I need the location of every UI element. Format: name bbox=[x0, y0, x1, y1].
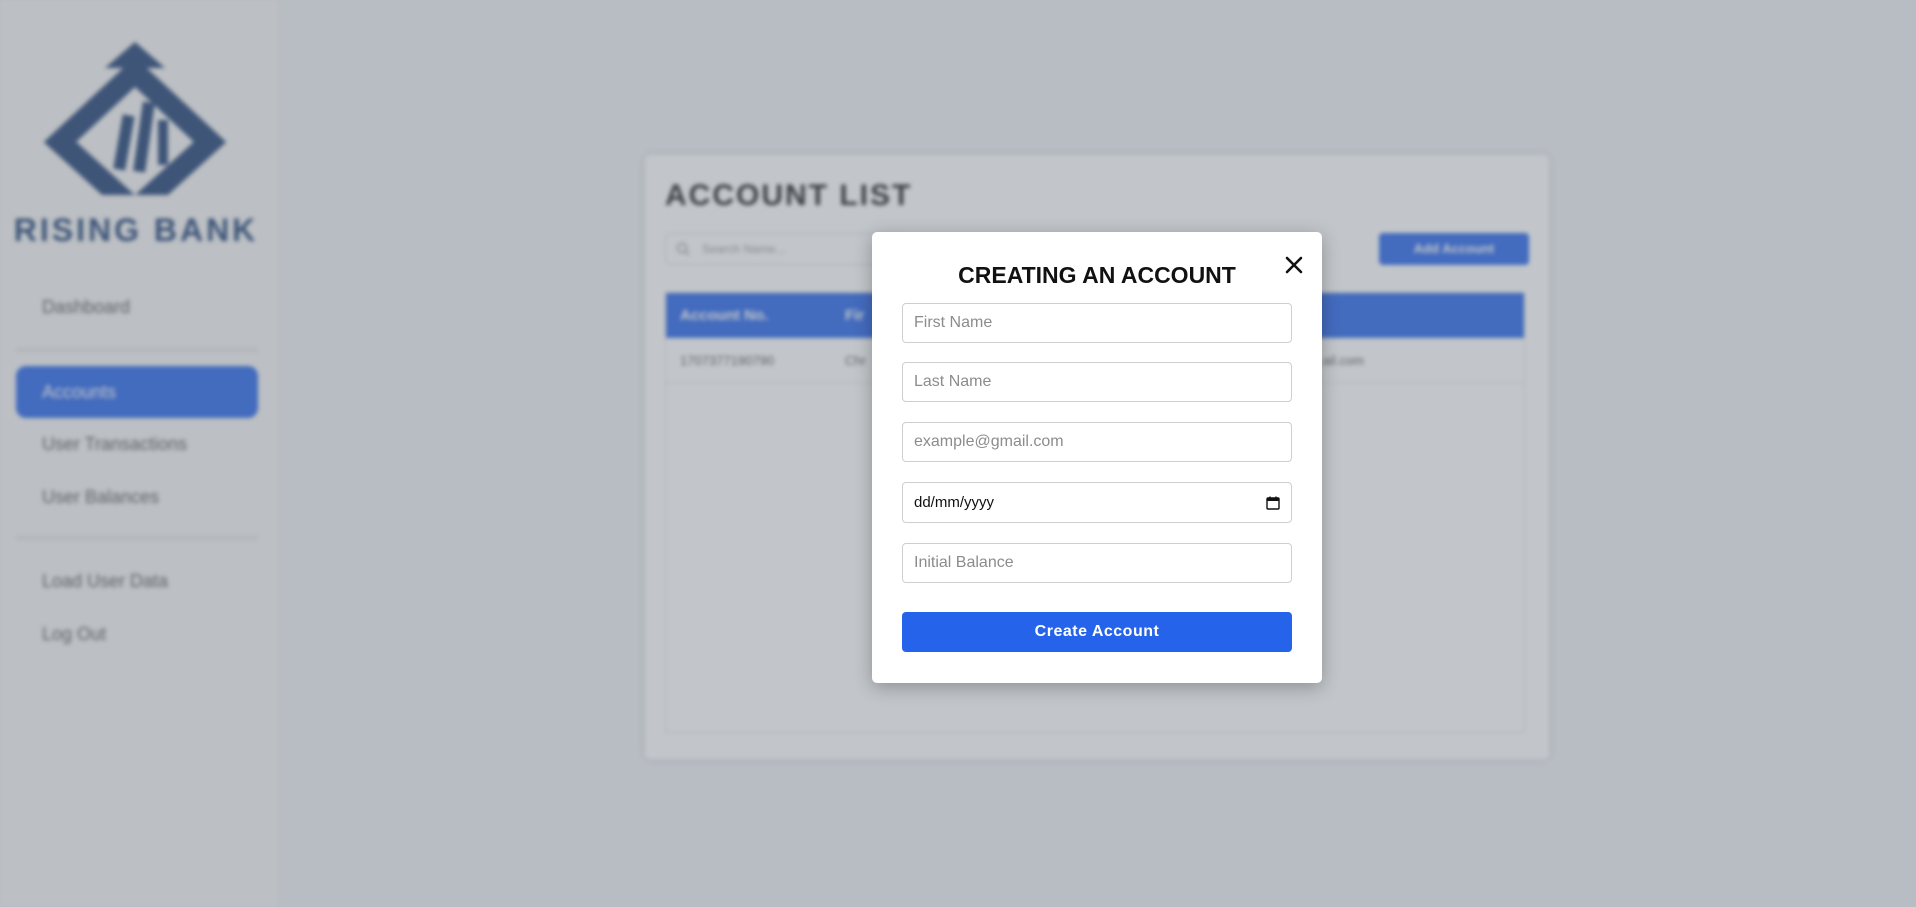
modal-title: CREATING AN ACCOUNT bbox=[958, 262, 1236, 288]
last-name-field[interactable] bbox=[902, 362, 1292, 402]
first-name-field[interactable] bbox=[902, 303, 1292, 343]
close-icon[interactable] bbox=[1283, 254, 1305, 276]
date-of-birth-field[interactable]: dd/mm/yyyy bbox=[902, 482, 1292, 523]
calendar-icon[interactable] bbox=[1266, 496, 1280, 510]
date-placeholder: dd/mm/yyyy bbox=[914, 494, 995, 511]
initial-balance-field[interactable] bbox=[902, 543, 1292, 583]
create-account-modal: CREATING AN ACCOUNT dd/mm/yyyy Create Ac… bbox=[872, 232, 1322, 683]
create-account-button[interactable]: Create Account bbox=[902, 612, 1292, 652]
email-field[interactable] bbox=[902, 422, 1292, 462]
